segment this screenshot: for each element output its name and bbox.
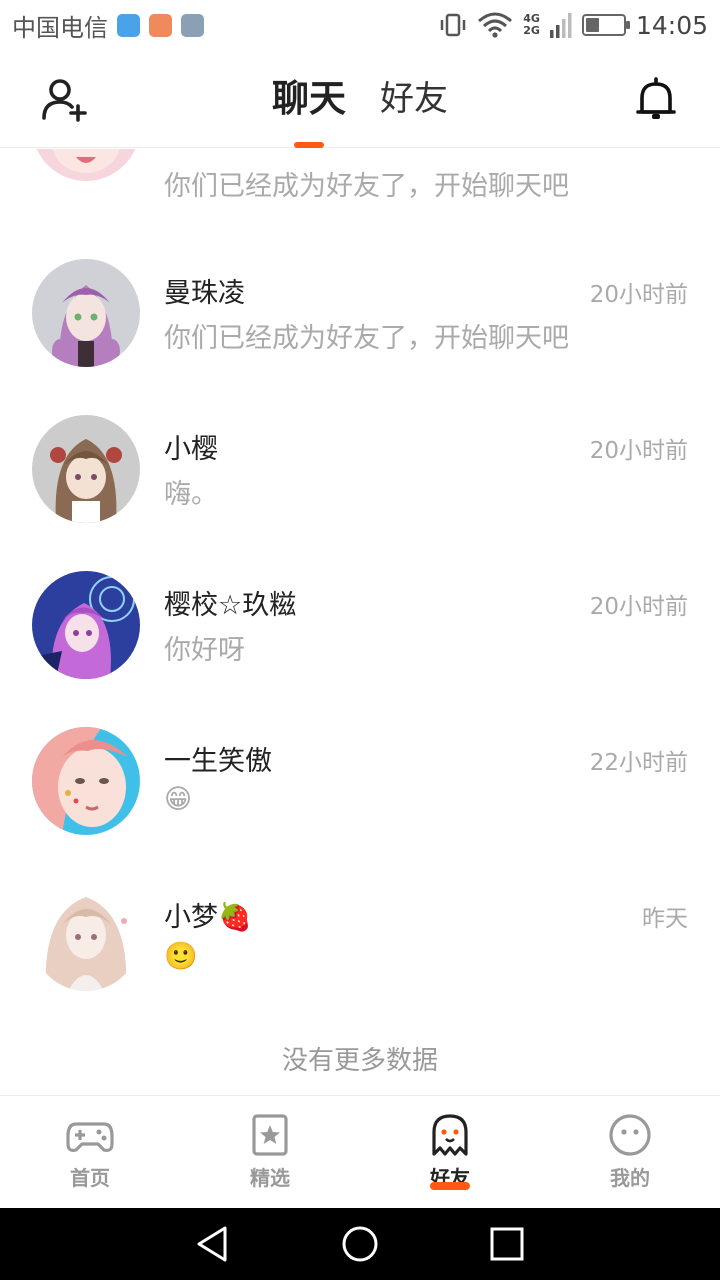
recents-button[interactable] xyxy=(483,1220,531,1268)
chat-list-item[interactable]: 你们已经成为好友了，开始聊天吧 xyxy=(0,149,720,225)
smiley-face-icon xyxy=(609,1114,651,1156)
nav-item-friends[interactable]: 好友 xyxy=(360,1096,540,1208)
notification-app-icon xyxy=(117,13,140,37)
notification-app-icon xyxy=(149,13,172,37)
back-icon xyxy=(197,1226,227,1262)
battery-icon xyxy=(581,14,630,36)
notification-image-icon xyxy=(181,13,204,37)
avatar xyxy=(32,571,140,679)
chat-last-message: 你好呀 xyxy=(164,635,245,666)
avatar xyxy=(32,415,140,523)
tab-chat[interactable]: 聊天 xyxy=(272,50,346,148)
chat-list[interactable]: 你们已经成为好友了，开始聊天吧 曼珠凌 20小时前 你们已经成为好友了，开始聊天… xyxy=(0,149,720,1095)
home-button[interactable] xyxy=(336,1220,384,1268)
avatar xyxy=(32,727,140,835)
signal-icon xyxy=(549,13,572,38)
recents-icon xyxy=(490,1227,524,1261)
bell-icon[interactable] xyxy=(632,76,680,124)
chat-list-item[interactable]: 一生笑傲 22小时前 😁 xyxy=(0,713,720,869)
gamepad-icon xyxy=(66,1122,114,1152)
nav-label: 精选 xyxy=(250,1166,290,1190)
active-nav-indicator xyxy=(430,1182,470,1190)
star-bookmark-icon xyxy=(252,1114,288,1156)
chat-contact-name: 曼珠凌 xyxy=(164,278,245,309)
chat-timestamp: 20小时前 xyxy=(589,282,688,308)
ghost-icon xyxy=(432,1114,468,1156)
chat-last-message: 你们已经成为好友了，开始聊天吧 xyxy=(164,171,569,202)
carrier-label: 中国电信 xyxy=(12,13,108,42)
chat-contact-name: 小梦🍓 xyxy=(164,902,252,933)
avatar xyxy=(32,259,140,367)
network-type: 4G 2G xyxy=(523,12,540,37)
chat-timestamp: 20小时前 xyxy=(589,438,688,464)
chat-last-message: 🙂 xyxy=(164,941,198,972)
status-bar: 中国电信 4G 2G 14:05 xyxy=(0,0,720,50)
nav-label: 我的 xyxy=(610,1166,650,1190)
back-button[interactable] xyxy=(189,1220,237,1268)
chat-contact-name: 小樱 xyxy=(164,434,218,465)
nav-item-me[interactable]: 我的 xyxy=(540,1096,720,1208)
chat-list-item[interactable]: 小樱 20小时前 嗨。 xyxy=(0,401,720,557)
system-nav-bar xyxy=(0,1208,720,1280)
avatar xyxy=(32,149,140,181)
active-tab-indicator xyxy=(294,142,324,148)
chat-last-message: 😁 xyxy=(164,784,193,815)
chat-timestamp: 22小时前 xyxy=(589,750,688,776)
home-icon xyxy=(342,1226,378,1262)
chat-timestamp: 昨天 xyxy=(642,906,688,932)
clock: 14:05 xyxy=(635,10,708,40)
nav-item-home[interactable]: 首页 xyxy=(0,1096,180,1208)
nav-item-featured[interactable]: 精选 xyxy=(180,1096,360,1208)
chat-list-item[interactable]: 樱校☆玖糍 20小时前 你好呀 xyxy=(0,557,720,713)
chat-list-item[interactable]: 曼珠凌 20小时前 你们已经成为好友了，开始聊天吧 xyxy=(0,245,720,401)
chat-contact-name: 一生笑傲 xyxy=(164,746,272,777)
vibrate-icon xyxy=(441,13,466,37)
nav-label: 首页 xyxy=(70,1166,110,1190)
top-bar: 聊天 好友 xyxy=(0,50,720,148)
wifi-icon xyxy=(478,12,513,38)
tab-friends[interactable]: 好友 xyxy=(380,50,448,148)
chat-last-message: 嗨。 xyxy=(164,479,218,510)
chat-last-message: 你们已经成为好友了，开始聊天吧 xyxy=(164,323,569,354)
no-more-data-text: 没有更多数据 xyxy=(281,1046,438,1076)
bottom-nav: 首页 精选 好友 我的 xyxy=(0,1095,720,1208)
chat-timestamp: 20小时前 xyxy=(589,594,688,620)
chat-contact-name: 樱校☆玖糍 xyxy=(164,590,297,621)
chat-list-item[interactable]: 小梦🍓 昨天 🙂 xyxy=(0,869,720,1025)
avatar xyxy=(32,883,140,991)
chat-tabs: 聊天 好友 xyxy=(0,50,720,148)
